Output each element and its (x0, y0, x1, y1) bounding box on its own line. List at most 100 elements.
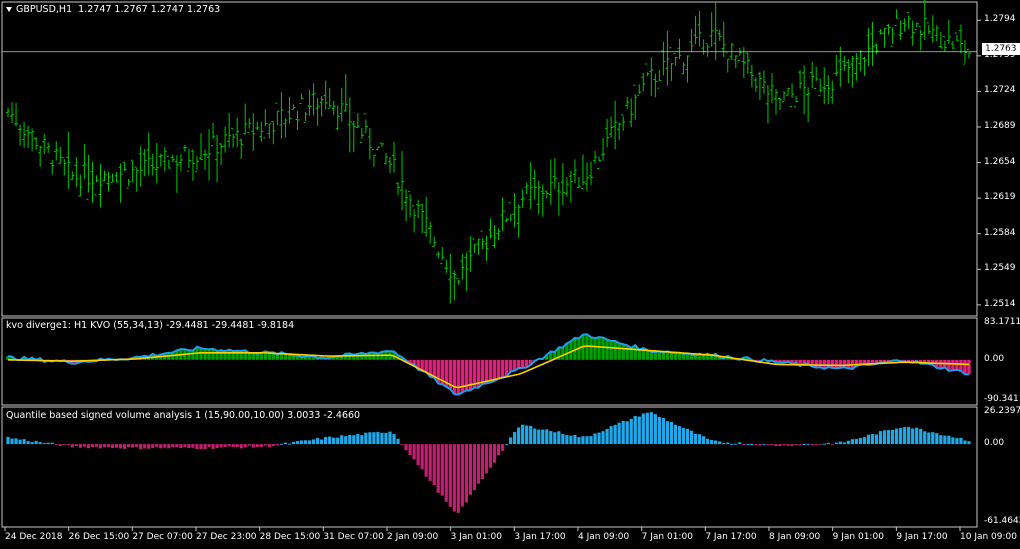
volume-bar (179, 444, 183, 449)
volume-bar (34, 440, 38, 445)
volume-bar (82, 444, 87, 447)
volume-bar (577, 437, 581, 445)
time-axis-label: 4 Jan 09:00 (578, 532, 630, 542)
price-axis-label: 1.2654 (984, 156, 1016, 167)
volume-bar (701, 436, 706, 445)
volume-bar (135, 444, 139, 447)
volume-bar (364, 432, 368, 445)
volume-bar (899, 428, 903, 445)
chevron-down-icon[interactable] (6, 6, 12, 12)
volume-bar (263, 444, 267, 446)
volume-bar (307, 440, 312, 445)
volume-bar (581, 436, 585, 445)
volume-bar (653, 414, 657, 445)
volume-bar (794, 444, 798, 446)
price-axis-label: 1.2794 (984, 14, 1016, 25)
volume-bar (299, 440, 304, 445)
volume-bar (508, 437, 513, 445)
volume-bar (50, 442, 54, 445)
volume-bar (959, 437, 963, 445)
volume-bar (689, 430, 694, 445)
volume-bar (685, 428, 690, 445)
volume-bar (452, 444, 456, 512)
kvo-bar (669, 352, 674, 360)
time-axis-label: 3 Jan 01:00 (450, 532, 502, 542)
price-axis-label: 1.2619 (984, 192, 1016, 203)
volume-bar (255, 444, 259, 448)
volume-bar (915, 427, 919, 445)
volume-bar (541, 429, 545, 445)
volume-bar (830, 444, 834, 446)
kvo-bar (496, 359, 501, 379)
volume-bar (14, 438, 18, 445)
volume-bar (38, 442, 42, 445)
volume-bar (822, 443, 826, 445)
kvo-bar (625, 345, 629, 360)
volume-bar (187, 444, 191, 449)
volume-bar (195, 444, 199, 450)
volume-bar (432, 444, 436, 486)
volume-bar (211, 444, 215, 449)
volume-bar (661, 418, 666, 445)
volume-bar (219, 444, 223, 448)
volume-bar (746, 444, 750, 446)
volume-bar (637, 416, 641, 445)
kvo-bar (508, 359, 513, 372)
volume-bar (131, 444, 135, 448)
volume-bar (380, 432, 384, 445)
volume-bar (94, 444, 99, 447)
volume-bar (416, 444, 420, 466)
time-axis-label: 10 Jan 09:00 (960, 532, 1017, 542)
time-axis-label: 9 Jan 01:00 (832, 532, 884, 542)
volume-bar (392, 434, 396, 445)
kvo-bar (601, 337, 605, 360)
volume-bar (850, 439, 854, 445)
volume-bar (436, 444, 440, 493)
volume-bar (697, 434, 702, 445)
volume-bar (842, 442, 846, 445)
volume-bar (444, 444, 448, 502)
volume-bar (593, 433, 597, 445)
volume-bar (400, 444, 404, 446)
time-axis-label: 28 Dec 15:00 (259, 532, 321, 542)
chart-canvas[interactable] (0, 0, 1020, 549)
volume-bar (203, 444, 207, 450)
volume-bar (738, 442, 742, 445)
volume-bar (448, 444, 452, 507)
volume-bar (468, 444, 473, 495)
volume-bar (404, 444, 408, 451)
time-axis-label: 9 Jan 17:00 (896, 532, 948, 542)
volume-bar (718, 441, 722, 445)
volume-bar (488, 444, 493, 468)
kvo-bar (585, 334, 589, 360)
kvo-bar (621, 344, 625, 360)
volume-bar (303, 440, 308, 445)
volume-bar (525, 425, 529, 445)
volume-bar (46, 442, 50, 445)
volume-bar (90, 444, 95, 448)
kvo-bar (432, 359, 436, 378)
kvo-bar (203, 348, 207, 360)
kvo-bar (959, 359, 963, 371)
volume-bar (155, 444, 159, 448)
volume-bar (890, 429, 895, 445)
volume-bar (22, 439, 26, 445)
volume-bar (605, 429, 609, 445)
kvo-bar (597, 337, 601, 360)
kvo-bar (818, 359, 822, 368)
kvo-bar (480, 359, 485, 384)
volume-bar (464, 444, 468, 503)
volume-bar (239, 444, 243, 449)
volume-bar (368, 432, 372, 445)
price-bars (2, 0, 977, 304)
volume-bar (42, 443, 46, 445)
volume-bar (617, 422, 621, 445)
volume-bar (601, 431, 605, 445)
volume-bar (681, 427, 686, 445)
volume-bar (673, 424, 678, 445)
volume-bar (408, 444, 412, 456)
volume-bar (927, 432, 931, 445)
volume-bar (870, 433, 875, 445)
volume-bar (328, 436, 332, 445)
volume-bar (734, 443, 738, 445)
